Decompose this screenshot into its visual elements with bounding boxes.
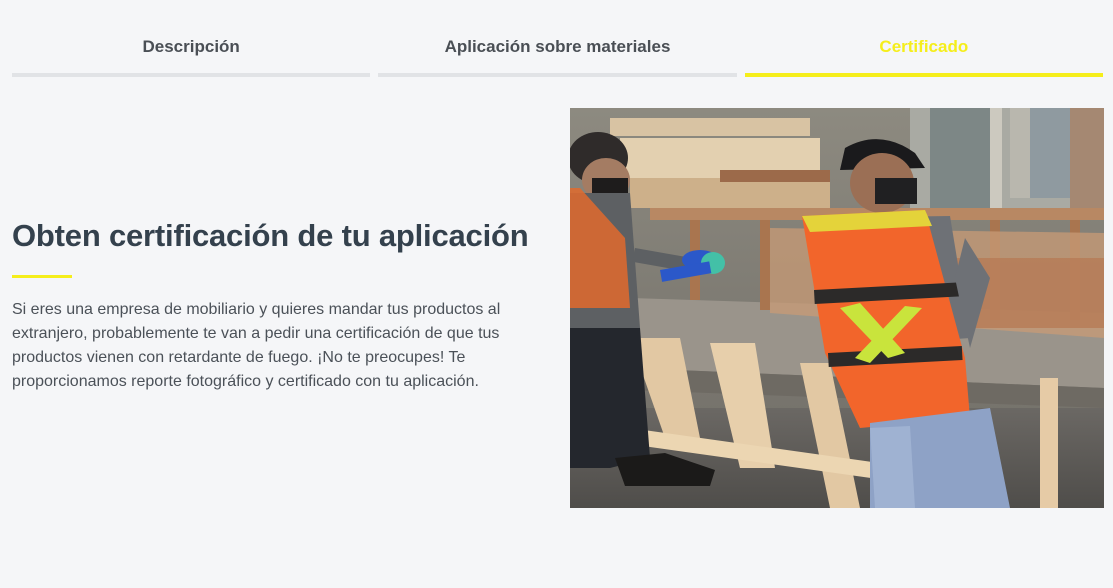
heading-underline <box>12 275 72 278</box>
tab-certificado-indicator <box>744 73 1103 77</box>
tab-aplicacion-sobre-materiales[interactable]: Aplicación sobre materiales <box>378 0 737 80</box>
tab-descripcion-indicator <box>12 73 371 77</box>
tab-descripcion[interactable]: Descripción <box>12 0 371 80</box>
tab-aplicacion-label: Aplicación sobre materiales <box>444 37 671 56</box>
workers-photo-illustration <box>570 108 1104 508</box>
section-body: Si eres una empresa de mobiliario y quie… <box>12 301 501 390</box>
section-heading: Obten certificación de tu aplicación <box>12 218 529 253</box>
tab-descripcion-label: Descripción <box>142 37 240 56</box>
tab-aplicacion-indicator <box>378 73 737 77</box>
tab-certificado-label: Certificado <box>879 37 969 56</box>
tab-certificado[interactable]: Certificado <box>744 0 1103 80</box>
tab-bar: Descripción Aplicación sobre materiales … <box>12 0 1103 80</box>
workers-photo <box>570 108 1104 508</box>
